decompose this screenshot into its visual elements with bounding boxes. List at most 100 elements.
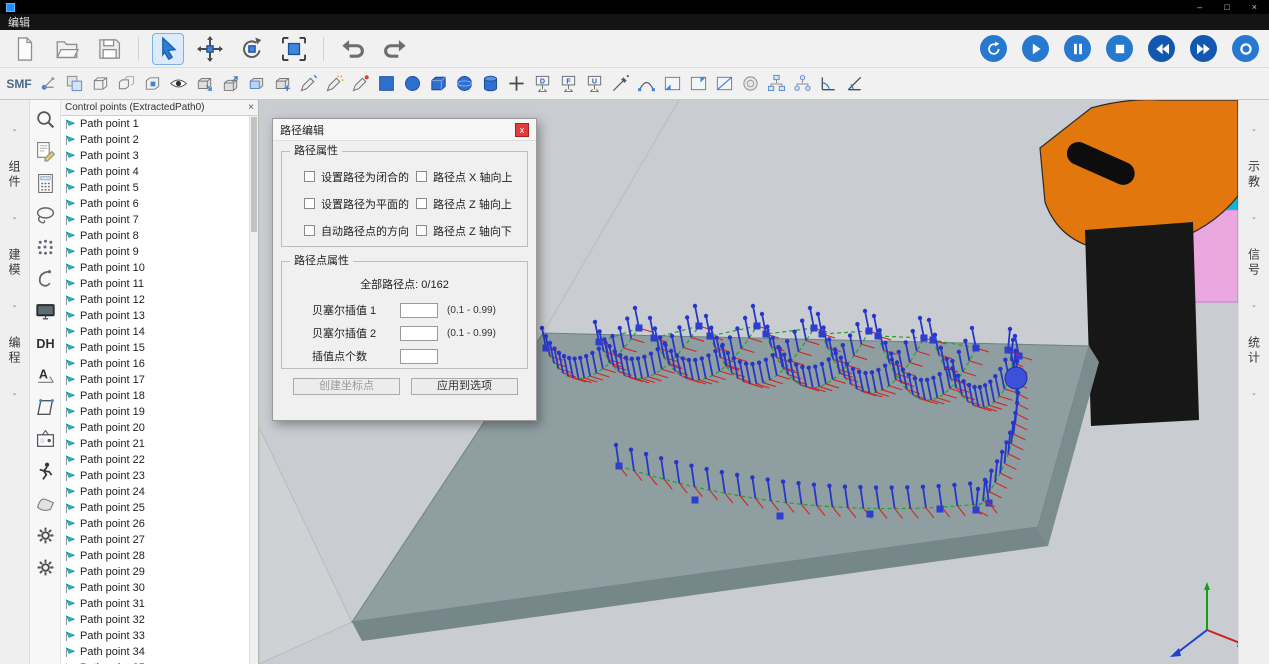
path-point-item[interactable]: Path point 7: [61, 212, 249, 228]
bounding-box-edit-icon[interactable]: [140, 72, 164, 96]
attach-tool-3-icon[interactable]: [348, 72, 372, 96]
path-point-item[interactable]: Path point 16: [61, 356, 249, 372]
path-point-item[interactable]: Path point 22: [61, 452, 249, 468]
pause-button[interactable]: [1064, 35, 1091, 62]
path-point-item[interactable]: Path point 24: [61, 484, 249, 500]
minimize-button[interactable]: –: [1197, 3, 1202, 12]
plane-tool-1-icon[interactable]: [660, 72, 684, 96]
path-point-item[interactable]: Path point 12: [61, 292, 249, 308]
checkbox-closed-path[interactable]: [304, 198, 315, 209]
bounding-box-icon[interactable]: [88, 72, 112, 96]
tab-left-0[interactable]: 组件: [6, 160, 23, 190]
visibility-icon[interactable]: [166, 72, 190, 96]
annotation-tool-icon[interactable]: A: [33, 364, 57, 386]
undo-button[interactable]: [338, 34, 368, 64]
save-button[interactable]: [94, 34, 124, 64]
open-file-button[interactable]: [52, 34, 82, 64]
robot-walk-icon[interactable]: [33, 460, 57, 482]
teach-pendant-icon[interactable]: [33, 428, 57, 450]
tab-left-1[interactable]: 建模: [6, 248, 23, 278]
create-circle-icon[interactable]: [400, 72, 424, 96]
move-tool-button[interactable]: [195, 34, 225, 64]
path-point-item[interactable]: Path point 30: [61, 580, 249, 596]
robot-config-icon[interactable]: [36, 72, 60, 96]
measure-angle-2-icon[interactable]: [842, 72, 866, 96]
bounding-box-pair-icon[interactable]: [114, 72, 138, 96]
path-point-item[interactable]: Path point 25: [61, 500, 249, 516]
settings-2-icon[interactable]: [33, 556, 57, 578]
path-point-item[interactable]: Path point 8: [61, 228, 249, 244]
cube-tool-2-icon[interactable]: [218, 72, 242, 96]
path-point-item[interactable]: Path point 19: [61, 404, 249, 420]
path-point-item[interactable]: Path point 10: [61, 260, 249, 276]
close-button[interactable]: ×: [1252, 3, 1257, 12]
scrollbar-thumb[interactable]: [251, 117, 257, 232]
hook-tool-icon[interactable]: [33, 268, 57, 290]
frame-d-icon[interactable]: D: [530, 72, 554, 96]
path-point-item[interactable]: Path point 27: [61, 532, 249, 548]
checkbox-axis-option[interactable]: [416, 225, 427, 236]
rotate-tool-button[interactable]: [237, 34, 267, 64]
reset-playback-button[interactable]: [980, 35, 1007, 62]
create-sphere-icon[interactable]: [452, 72, 476, 96]
frame-u-icon[interactable]: U: [582, 72, 606, 96]
attach-tool-1-icon[interactable]: [296, 72, 320, 96]
create-cylinder-icon[interactable]: [478, 72, 502, 96]
path-point-item[interactable]: Path point 18: [61, 388, 249, 404]
path-point-item[interactable]: Path point 32: [61, 612, 249, 628]
cube-tool-4-icon[interactable]: [270, 72, 294, 96]
dialog-close-button[interactable]: x: [515, 123, 529, 137]
sphere-tool-icon[interactable]: [738, 72, 762, 96]
plane-tool-3-icon[interactable]: [712, 72, 736, 96]
path-point-item[interactable]: Path point 15: [61, 340, 249, 356]
polygon-tool-icon[interactable]: [33, 396, 57, 418]
frame-f-icon[interactable]: F: [556, 72, 580, 96]
play-button[interactable]: [1022, 35, 1049, 62]
cube-tool-1-icon[interactable]: [192, 72, 216, 96]
draw-arc-icon[interactable]: [634, 72, 658, 96]
new-file-button[interactable]: [10, 34, 40, 64]
panel-scrollbar[interactable]: [249, 116, 258, 664]
path-point-item[interactable]: Path point 26: [61, 516, 249, 532]
tab-right-2[interactable]: 统计: [1246, 336, 1263, 366]
create-frame-points-button[interactable]: 创建坐标点: [293, 378, 400, 395]
path-point-item[interactable]: Path point 6: [61, 196, 249, 212]
path-point-item[interactable]: Path point 33: [61, 628, 249, 644]
fast-forward-button[interactable]: [1190, 35, 1217, 62]
path-point-item[interactable]: Path point 4: [61, 164, 249, 180]
path-point-item[interactable]: Path point 2: [61, 132, 249, 148]
surface-tool-icon[interactable]: [33, 492, 57, 514]
path-point-item[interactable]: Path point 3: [61, 148, 249, 164]
path-point-item[interactable]: Path point 31: [61, 596, 249, 612]
hierarchy-1-icon[interactable]: [764, 72, 788, 96]
cube-tool-3-icon[interactable]: [244, 72, 268, 96]
path-point-item[interactable]: Path point 23: [61, 468, 249, 484]
pattern-tool-icon[interactable]: [33, 236, 57, 258]
panel-close-button[interactable]: ×: [248, 102, 254, 113]
select-tool-button[interactable]: [153, 34, 183, 64]
path-point-item[interactable]: Path point 34: [61, 644, 249, 660]
keypad-tool-icon[interactable]: [33, 172, 57, 194]
path-point-item[interactable]: Path point 21: [61, 436, 249, 452]
apply-to-selection-button[interactable]: 应用到选项: [411, 378, 518, 395]
maximize-button[interactable]: □: [1224, 3, 1229, 12]
path-point-item[interactable]: Path point 5: [61, 180, 249, 196]
attach-tool-2-icon[interactable]: [322, 72, 346, 96]
checkbox-axis-option[interactable]: [416, 171, 427, 182]
checkbox-closed-path[interactable]: [304, 225, 315, 236]
add-point-icon[interactable]: [504, 72, 528, 96]
path-point-item[interactable]: Path point 29: [61, 564, 249, 580]
plane-tool-2-icon[interactable]: [686, 72, 710, 96]
settings-1-icon[interactable]: [33, 524, 57, 546]
lasso-tool-icon[interactable]: [33, 204, 57, 226]
path-point-item[interactable]: Path point 14: [61, 324, 249, 340]
path-point-item[interactable]: Path point 1: [61, 116, 249, 132]
path-point-item[interactable]: Path point 20: [61, 420, 249, 436]
draw-line-icon[interactable]: [608, 72, 632, 96]
stop-button[interactable]: [1106, 35, 1133, 62]
path-point-item[interactable]: Path point 35: [61, 660, 249, 664]
path-point-item[interactable]: Path point 28: [61, 548, 249, 564]
menu-edit[interactable]: 编辑: [8, 14, 30, 30]
dh-parameters-icon[interactable]: DH: [33, 332, 57, 354]
field-input[interactable]: [400, 349, 438, 364]
